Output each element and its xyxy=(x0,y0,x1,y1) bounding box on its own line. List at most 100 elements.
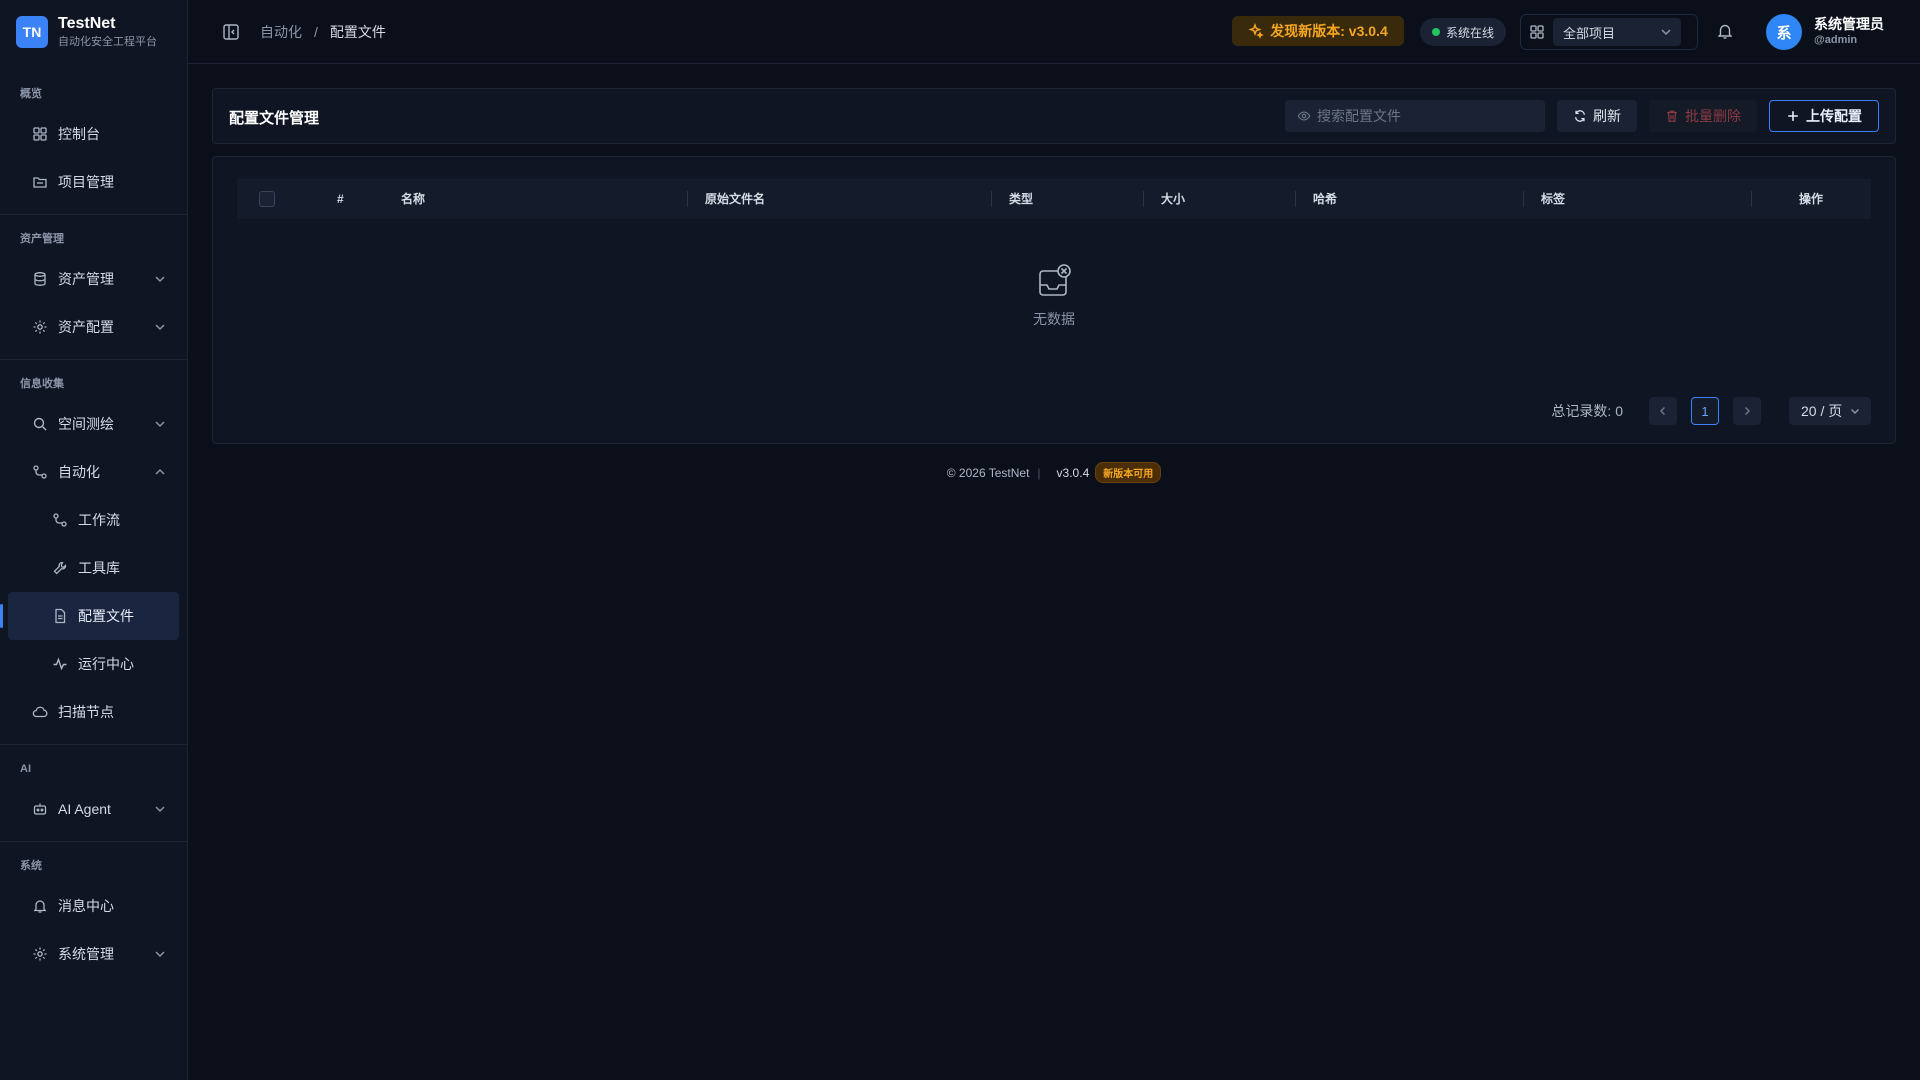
config-files-table-card: # 名称 原始文件名 类型 大小 哈希 标签 操作 无数据 总记录数: 0 1 xyxy=(212,156,1896,444)
bell-icon xyxy=(33,900,47,913)
page-number-current[interactable]: 1 xyxy=(1691,397,1719,425)
activity-icon xyxy=(53,657,67,671)
sidebar-item-projects[interactable]: 项目管理 xyxy=(0,158,187,206)
gear-icon xyxy=(33,947,47,961)
search-input[interactable] xyxy=(1317,108,1537,124)
chevron-right-icon xyxy=(1744,406,1751,416)
chevron-down-icon xyxy=(155,806,165,813)
refresh-button[interactable]: 刷新 xyxy=(1557,100,1637,132)
sidebar-item-asset-management[interactable]: 资产管理 xyxy=(0,255,187,303)
empty-state: 无数据 xyxy=(213,263,1895,329)
project-select[interactable]: 全部项目 xyxy=(1553,18,1681,46)
divider xyxy=(0,744,187,745)
sidebar-item-dashboard[interactable]: 控制台 xyxy=(0,110,187,158)
refresh-button-label: 刷新 xyxy=(1593,108,1621,124)
cloud-icon xyxy=(32,706,48,718)
page-size-select[interactable]: 20 / 页 xyxy=(1789,397,1871,425)
sidebar-toggle-icon[interactable] xyxy=(222,23,240,41)
breadcrumb-separator: / xyxy=(314,23,318,40)
page-size-value: 20 / 页 xyxy=(1801,403,1843,419)
file-icon xyxy=(55,608,66,624)
column-header-actions: 操作 xyxy=(1799,192,1824,206)
column-divider xyxy=(687,191,688,207)
plus-icon xyxy=(1788,111,1798,121)
sidebar-item-asset-config[interactable]: 资产配置 xyxy=(0,303,187,351)
update-available-badge[interactable]: 发现新版本: v3.0.4 xyxy=(1232,16,1404,46)
section-title-overview: 概览 xyxy=(20,88,42,100)
user-info[interactable]: 系统管理员 @admin xyxy=(1814,16,1884,48)
prev-page-button[interactable] xyxy=(1649,397,1677,425)
brand-logo: TN xyxy=(16,16,48,48)
empty-inbox-icon xyxy=(1039,264,1071,296)
sidebar-item-label: 空间测绘 xyxy=(58,416,114,432)
batch-delete-button[interactable]: 批量删除 xyxy=(1649,100,1757,132)
footer-version: v3.0.4 xyxy=(1056,465,1090,480)
sidebar-item-space-mapping[interactable]: 空间测绘 xyxy=(0,400,187,448)
sidebar-item-ai-agent[interactable]: AI Agent xyxy=(0,785,187,833)
column-header-name[interactable]: 名称 xyxy=(401,179,425,219)
new-version-badge[interactable]: 新版本可用 xyxy=(1095,462,1162,483)
column-header-index: # xyxy=(337,192,344,206)
pagination-total: 总记录数: 0 xyxy=(1551,403,1623,419)
system-status-badge: 系统在线 xyxy=(1420,18,1506,46)
select-all-checkbox[interactable] xyxy=(259,191,275,207)
gear-icon xyxy=(33,320,47,334)
sidebar-item-label: 配置文件 xyxy=(78,608,134,624)
column-divider xyxy=(1751,191,1752,207)
chevron-left-icon xyxy=(1659,406,1666,416)
pagination: 总记录数: 0 1 20 / 页 xyxy=(1551,397,1871,425)
user-handle: @admin xyxy=(1814,34,1858,46)
sidebar-item-label: 工具库 xyxy=(78,560,120,576)
sidebar-item-label: 工作流 xyxy=(78,512,120,528)
workflow-icon xyxy=(53,513,67,527)
brand-title: TestNet xyxy=(58,15,116,32)
sidebar-item-label: 扫描节点 xyxy=(58,704,114,720)
sidebar-item-label: AI Agent xyxy=(58,801,111,817)
sidebar-item-label: 运行中心 xyxy=(78,656,134,672)
sidebar-item-scan-nodes[interactable]: 扫描节点 xyxy=(0,688,187,736)
chevron-up-icon xyxy=(155,468,165,475)
breadcrumb-item-automation[interactable]: 自动化 xyxy=(260,22,302,42)
trash-icon xyxy=(1667,110,1677,122)
brand-subtitle: 自动化安全工程平台 xyxy=(58,36,157,48)
sidebar-item-workflow[interactable]: 工作流 xyxy=(0,496,187,544)
user-avatar[interactable]: 系 xyxy=(1766,14,1802,50)
project-selector: 全部项目 xyxy=(1520,14,1698,50)
sidebar-item-label: 消息中心 xyxy=(58,898,114,914)
column-header-hash[interactable]: 哈希 xyxy=(1313,179,1337,219)
status-dot xyxy=(1431,28,1440,36)
sidebar-item-system-management[interactable]: 系统管理 xyxy=(0,930,187,978)
notification-bell-icon[interactable] xyxy=(1716,22,1734,40)
sidebar-item-run-center[interactable]: 运行中心 xyxy=(0,640,187,688)
page-title: 配置文件管理 xyxy=(229,110,320,127)
section-title-assets: 资产管理 xyxy=(20,233,64,245)
table-header: # 名称 原始文件名 类型 大小 哈希 标签 操作 xyxy=(237,179,1871,219)
chevron-down-icon xyxy=(155,951,165,958)
footer-separator: | xyxy=(1037,465,1041,480)
sidebar-item-config-files[interactable]: 配置文件 xyxy=(0,592,179,640)
chevron-down-icon xyxy=(1850,408,1860,415)
column-header-original-filename[interactable]: 原始文件名 xyxy=(705,179,765,219)
sidebar-item-label: 系统管理 xyxy=(58,946,114,962)
column-header-tags[interactable]: 标签 xyxy=(1541,179,1565,219)
footer: © 2026 TestNet | v3.0.4 新版本可用 xyxy=(188,462,1920,483)
chevron-down-icon xyxy=(155,421,165,428)
column-header-size[interactable]: 大小 xyxy=(1161,179,1185,219)
chevron-down-icon xyxy=(155,324,165,331)
brand[interactable]: TN TestNet 自动化安全工程平台 xyxy=(0,0,187,64)
upload-config-button[interactable]: 上传配置 xyxy=(1769,100,1879,132)
column-header-type[interactable]: 类型 xyxy=(1009,179,1033,219)
search-icon xyxy=(33,417,47,431)
sidebar-item-toolbox[interactable]: 工具库 xyxy=(0,544,187,592)
top-header: 自动化 / 配置文件 发现新版本: v3.0.4 系统在线 全部项目 系 系统管… xyxy=(188,0,1920,64)
breadcrumb: 自动化 / 配置文件 xyxy=(260,22,386,42)
active-indicator xyxy=(0,604,3,628)
folder-icon xyxy=(33,177,47,188)
sidebar: TN TestNet 自动化安全工程平台 概览 控制台 项目管理 资产管理 资产… xyxy=(0,0,188,1080)
sidebar-item-automation[interactable]: 自动化 xyxy=(0,448,187,496)
sidebar-item-messages[interactable]: 消息中心 xyxy=(0,882,187,930)
robot-icon xyxy=(33,803,47,815)
breadcrumb-current: 配置文件 xyxy=(329,23,386,40)
next-page-button[interactable] xyxy=(1733,397,1761,425)
column-divider xyxy=(1143,191,1144,207)
